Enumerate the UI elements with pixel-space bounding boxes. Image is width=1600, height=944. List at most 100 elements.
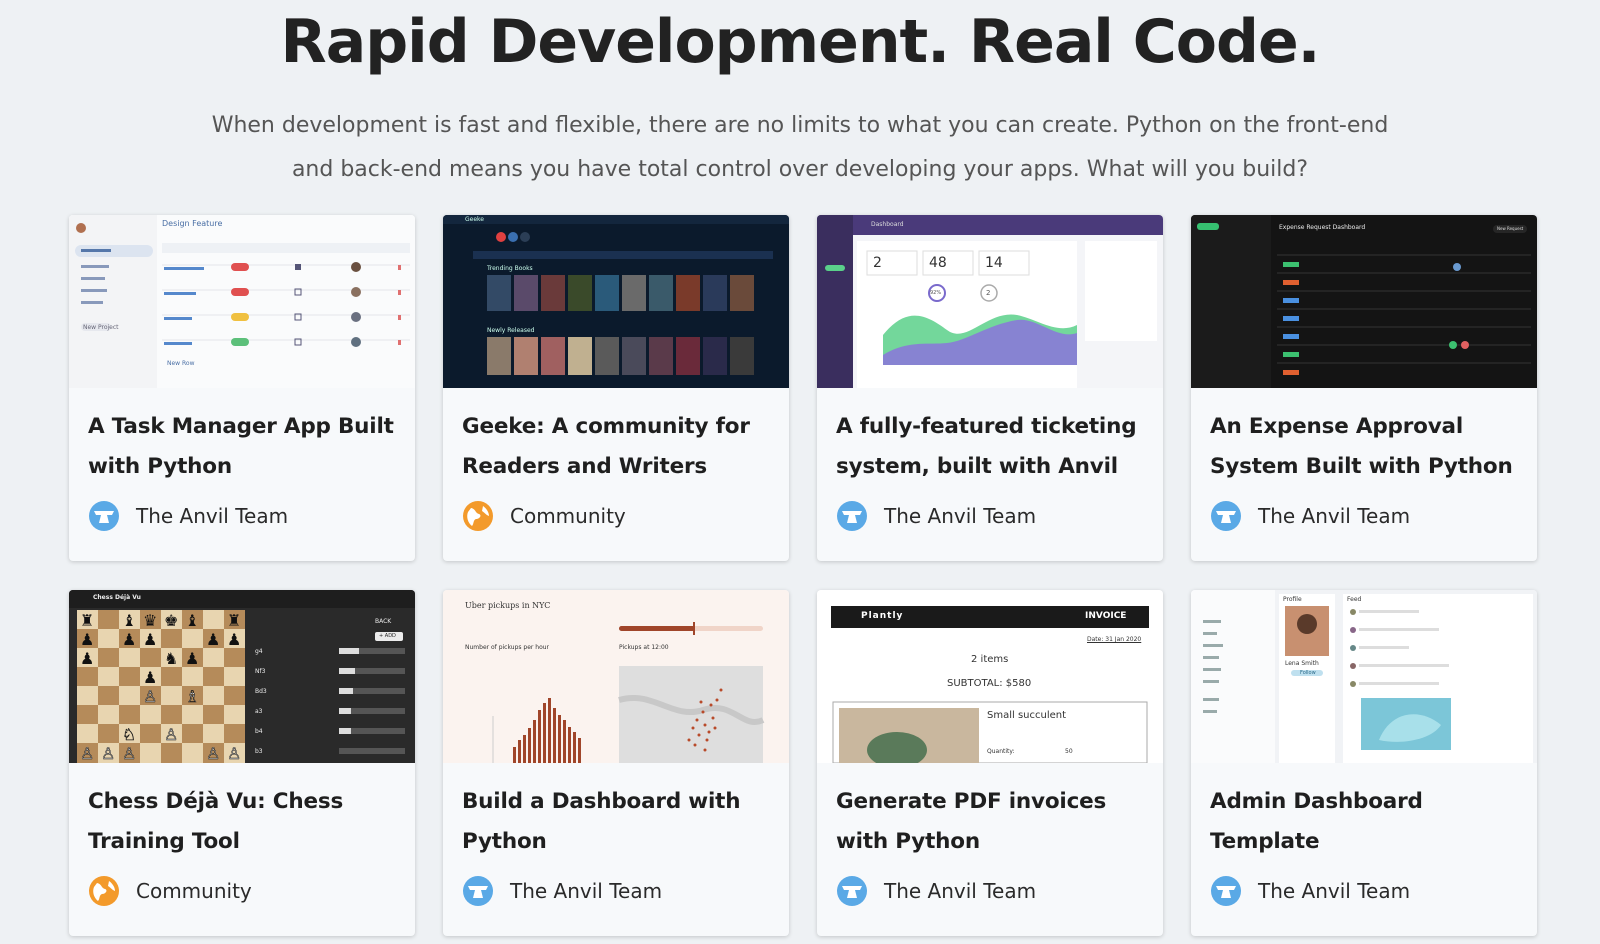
- community-globe-icon: [463, 501, 493, 531]
- thumb-title: Design Feature: [162, 219, 223, 228]
- svg-text:♗: ♗: [185, 687, 199, 706]
- card-title: An Expense Approval System Built with Py…: [1210, 414, 1513, 479]
- example-card-ticketing[interactable]: Dashboard 2 48 14 92% 2 A fully-featured…: [817, 215, 1163, 561]
- author-name: The Anvil Team: [510, 879, 663, 903]
- thumb-items-count: 2 items: [971, 654, 1009, 665]
- thumb-move-1: g4: [255, 648, 263, 655]
- page-subtitle: When development is fast and flexible, t…: [211, 113, 1389, 182]
- card-thumbnail: Geeke Trending Books Newly Released: [443, 215, 789, 388]
- svg-text:♛: ♛: [143, 611, 157, 630]
- card-title: A fully-featured ticketing system, built…: [836, 414, 1137, 479]
- card-title: Generate PDF invoices with Python: [836, 789, 1107, 854]
- task-manager-screenshot: [69, 215, 415, 388]
- anvil-logo-icon: [89, 501, 119, 531]
- card-author: The Anvil Team: [836, 874, 1036, 908]
- svg-text:♙: ♙: [122, 744, 136, 763]
- example-card-admin-dashboard[interactable]: Profile Feed Lena Smith Follow Admin Das…: [1191, 590, 1537, 936]
- thumb-header: Dashboard: [871, 221, 904, 228]
- author-name: The Anvil Team: [1258, 879, 1411, 903]
- author-name: The Anvil Team: [1258, 504, 1411, 528]
- thumb-trending: Trending Books: [487, 265, 533, 272]
- card-author: The Anvil Team: [1210, 499, 1410, 533]
- author-name: Community: [510, 504, 626, 528]
- thumb-subtotal: SUBTOTAL: $580: [947, 678, 1032, 689]
- ticketing-screenshot: [817, 215, 1163, 388]
- card-title: Chess Déjà Vu: Chess Training Tool: [88, 789, 344, 854]
- community-globe-icon: [89, 876, 119, 906]
- author-name: The Anvil Team: [884, 879, 1037, 903]
- card-thumbnail: Plantly INVOICE Date: 31 Jan 2020 2 item…: [817, 590, 1163, 763]
- svg-text:♟: ♟: [80, 649, 94, 668]
- example-card-chess[interactable]: ♜ ♝ ♛ ♚ ♝ ♜ ♟ ♟ ♟ ♟ ♟ ♟ ♞ ♟ ♟ ♙ ♗ ♘ ♙ ♙ ♙ ♙ ♙ ♙: [69, 590, 415, 936]
- thumb-back-button: BACK: [375, 618, 392, 625]
- thumb-new-request: New Request: [1497, 226, 1524, 231]
- author-name: Community: [136, 879, 252, 903]
- card-author: The Anvil Team: [462, 874, 662, 908]
- svg-text:♟: ♟: [227, 630, 241, 649]
- page: Rapid Development. Real Code. When devel…: [0, 0, 1600, 944]
- svg-text:♟: ♟: [122, 630, 136, 649]
- svg-text:♞: ♞: [164, 649, 178, 668]
- example-card-geeke[interactable]: Geeke Trending Books Newly Released Geek…: [443, 215, 789, 561]
- card-author: The Anvil Team: [1210, 874, 1410, 908]
- thumb-move-2: Nf3: [255, 668, 266, 675]
- thumb-date: Date: 31 Jan 2020: [1087, 636, 1142, 643]
- example-card-dashboard[interactable]: Uber pickups in NYC Number of pickups pe…: [443, 590, 789, 936]
- admin-dashboard-screenshot: [1191, 590, 1537, 763]
- anvil-logo-icon: [1211, 501, 1241, 531]
- card-thumbnail: Dashboard 2 48 14 92% 2: [817, 215, 1163, 388]
- page-headline: Rapid Development. Real Code.: [280, 7, 1321, 77]
- thumb-app-name: Geeke: [465, 216, 484, 223]
- thumb-pct: 92%: [930, 290, 942, 296]
- thumb-profile-label: Profile: [1283, 596, 1302, 603]
- card-title: Admin Dashboard Template: [1210, 789, 1423, 854]
- card-author: The Anvil Team: [836, 499, 1036, 533]
- thumb-new-project: New Project: [83, 324, 119, 331]
- svg-text:♘: ♘: [122, 725, 136, 744]
- thumb-move-5: b4: [255, 728, 263, 735]
- thumb-stat-4: 2: [986, 289, 991, 297]
- card-author: Community: [462, 499, 626, 533]
- anvil-logo-icon: [1211, 876, 1241, 906]
- thumb-stat-1: 2: [873, 255, 882, 271]
- thumb-new-row: New Row: [167, 360, 195, 367]
- thumb-app-name: Chess Déjà Vu: [93, 594, 141, 601]
- thumb-add-button: + ADD: [379, 633, 396, 639]
- thumb-right-label: Pickups at 12:00: [619, 644, 669, 651]
- card-thumbnail: Expense Request Dashboard New Request: [1191, 215, 1537, 388]
- card-title: Geeke: A community for Readers and Write…: [462, 414, 750, 479]
- thumb-left-label: Number of pickups per hour: [465, 644, 550, 651]
- thumb-title: Uber pickups in NYC: [465, 601, 551, 610]
- thumb-stat-3: 14: [985, 255, 1003, 271]
- card-thumbnail: Design Feature New Row New Project: [69, 215, 415, 388]
- svg-text:♝: ♝: [185, 611, 199, 630]
- svg-text:♜: ♜: [80, 611, 94, 630]
- thumb-title: Expense Request Dashboard: [1279, 224, 1366, 231]
- svg-text:♙: ♙: [227, 744, 241, 763]
- svg-text:♟: ♟: [143, 668, 157, 687]
- card-author: Community: [88, 874, 252, 908]
- card-title: Build a Dashboard with Python: [462, 789, 741, 854]
- author-name: The Anvil Team: [136, 504, 289, 528]
- anvil-logo-icon: [463, 876, 493, 906]
- thumb-move-4: a3: [255, 708, 263, 715]
- anvil-logo-icon: [837, 876, 867, 906]
- svg-text:♟: ♟: [80, 630, 94, 649]
- card-thumbnail: Uber pickups in NYC Number of pickups pe…: [443, 590, 789, 763]
- thumb-brand: Plantly: [861, 611, 904, 621]
- svg-text:♙: ♙: [80, 744, 94, 763]
- example-card-expense[interactable]: Expense Request Dashboard New Request An…: [1191, 215, 1537, 561]
- svg-text:♟: ♟: [185, 649, 199, 668]
- example-card-pdf-invoice[interactable]: Plantly INVOICE Date: 31 Jan 2020 2 item…: [817, 590, 1163, 936]
- svg-text:♙: ♙: [101, 744, 115, 763]
- author-name: The Anvil Team: [884, 504, 1037, 528]
- thumb-invoice-label: INVOICE: [1085, 611, 1127, 621]
- chess-screenshot: ♜ ♝ ♛ ♚ ♝ ♜ ♟ ♟ ♟ ♟ ♟ ♟ ♞ ♟ ♟ ♙ ♗ ♘ ♙ ♙ ♙ ♙ ♙ ♙: [69, 590, 415, 763]
- thumb-feed-label: Feed: [1347, 596, 1362, 603]
- example-card-task-manager[interactable]: Design Feature New Row New Project A Tas…: [69, 215, 415, 561]
- card-author: The Anvil Team: [88, 499, 288, 533]
- anvil-logo-icon: [837, 501, 867, 531]
- card-title: A Task Manager App Built with Python: [88, 414, 394, 479]
- thumb-item-name: Small succulent: [987, 710, 1067, 721]
- svg-text:♝: ♝: [122, 611, 136, 630]
